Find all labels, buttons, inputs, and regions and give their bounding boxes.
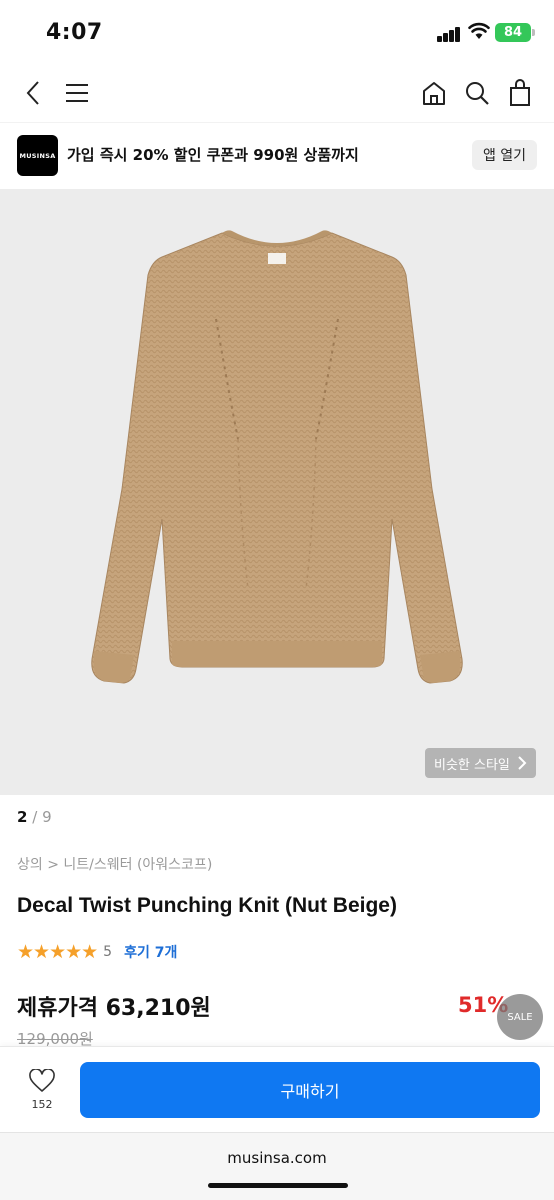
star-rating-icon: ★★★★★	[17, 941, 98, 963]
review-count-link[interactable]: 후기 7개	[124, 942, 177, 962]
status-bar: 4:07 84	[0, 0, 554, 62]
like-count: 152	[31, 1098, 53, 1111]
shopping-bag-icon[interactable]	[505, 78, 535, 108]
search-icon[interactable]	[462, 78, 492, 108]
wifi-icon	[468, 22, 490, 39]
pager-current: 2	[17, 808, 28, 826]
battery-tip	[532, 29, 535, 36]
battery-level: 84	[503, 25, 523, 40]
similar-style-button[interactable]: 비슷한 스타일	[425, 748, 536, 778]
like-button[interactable]: 152	[22, 1068, 62, 1113]
similar-style-label: 비슷한 스타일	[434, 757, 510, 773]
product-title: Decal Twist Punching Knit (Nut Beige)	[17, 894, 397, 917]
buy-button[interactable]: 구매하기	[80, 1062, 540, 1118]
battery-indicator: 84	[495, 23, 531, 42]
sale-badge-label: SALE	[507, 1011, 533, 1023]
sweater-image	[91, 230, 463, 684]
image-pager: 2 / 9	[17, 808, 52, 826]
chevron-left-icon[interactable]	[18, 78, 48, 108]
hamburger-menu-icon[interactable]	[62, 78, 92, 108]
open-app-button[interactable]: 앱 열기	[472, 140, 537, 170]
musinsa-logo: MUSINSA	[17, 135, 58, 176]
url-text[interactable]: musinsa.com	[0, 1149, 554, 1167]
cellular-signal-icon	[437, 26, 463, 42]
partner-price: 제휴가격 63,210원	[17, 996, 211, 1021]
heart-icon	[29, 1068, 55, 1092]
home-icon[interactable]	[419, 78, 449, 108]
rating-row[interactable]: ★★★★★ 5 후기 7개	[17, 941, 177, 963]
pager-total: 9	[42, 808, 52, 826]
top-navigation	[0, 66, 554, 120]
rating-score: 5	[103, 944, 113, 960]
home-indicator	[208, 1183, 348, 1188]
browser-address-bar[interactable]: musinsa.com	[0, 1132, 554, 1200]
chevron-right-icon	[518, 756, 527, 770]
purchase-bar: 152 구매하기	[0, 1046, 554, 1132]
status-time: 4:07	[46, 20, 103, 45]
app-install-banner: MUSINSA 가입 즉시 20% 할인 쿠폰과 990원 상품까지 앱 열기	[0, 122, 554, 188]
pager-separator: /	[32, 808, 38, 826]
scroll-top-button[interactable]: SALE	[497, 994, 543, 1040]
product-image-carousel[interactable]: 비슷한 스타일	[0, 189, 554, 795]
promo-text: 가입 즉시 20% 할인 쿠폰과 990원 상품까지	[67, 146, 359, 164]
category-breadcrumb[interactable]: 상의 > 니트/스웨터 (아워스코프)	[17, 854, 212, 874]
